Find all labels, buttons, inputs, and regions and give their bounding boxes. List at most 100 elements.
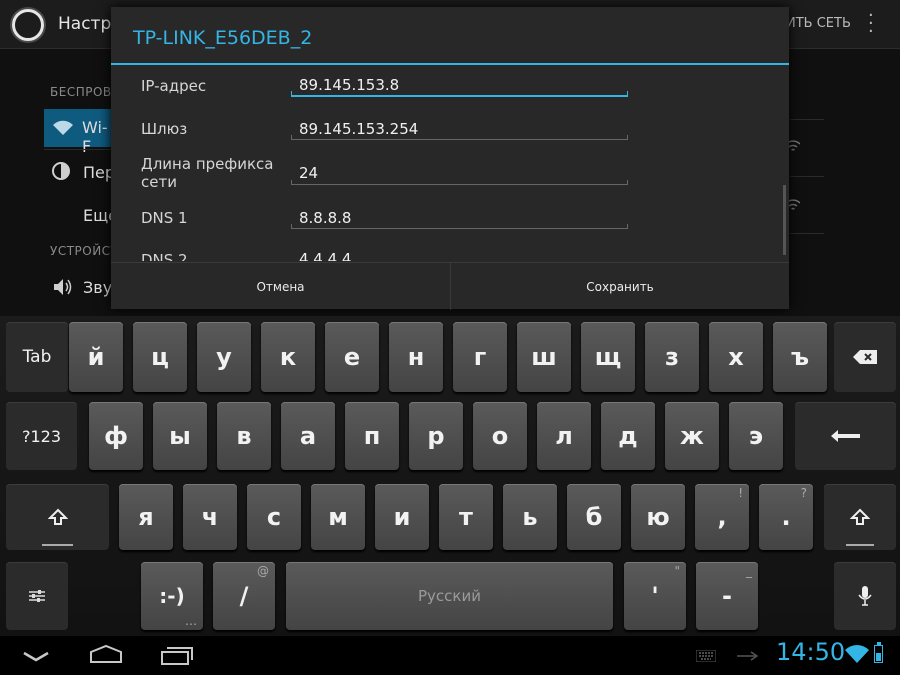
- more-dots-hint: …: [185, 614, 197, 628]
- recent-apps-icon[interactable]: [160, 644, 194, 666]
- add-network-button[interactable]: ИТЬ СЕТЬ: [786, 16, 851, 31]
- key-э[interactable]: э: [729, 402, 783, 470]
- wifi-icon: [53, 120, 73, 135]
- settings-sliders-icon: [29, 590, 45, 602]
- settings-key[interactable]: [6, 562, 68, 630]
- key-о[interactable]: о: [473, 402, 527, 470]
- backspace-key[interactable]: [834, 322, 896, 392]
- divider: [790, 176, 824, 177]
- apostrophe-key[interactable]: ' ": [624, 562, 686, 630]
- ip-address-label: IP-адрес: [141, 77, 207, 95]
- wifi-signal-icon: [845, 645, 869, 663]
- key-ь[interactable]: ь: [503, 484, 557, 550]
- key-б[interactable]: б: [567, 484, 621, 550]
- sidebar-item-wifi-label: Wi-F: [82, 118, 108, 156]
- key-period-label: .: [781, 503, 791, 531]
- sidebar-item-wifi[interactable]: Wi-F: [44, 109, 114, 156]
- prefix-length-field[interactable]: 24: [299, 164, 318, 182]
- battery-level-fill: [876, 653, 881, 661]
- key-comma[interactable]: , !: [695, 484, 749, 550]
- dns1-field[interactable]: 8.8.8.8: [299, 209, 351, 227]
- smiley-key[interactable]: :-) …: [141, 562, 203, 630]
- on-screen-keyboard: Tab й ц у к е н г ш щ з х ъ ?123 ф ы в а…: [0, 316, 900, 636]
- network-settings-dialog: TP-LINK_E56DEB_2 IP-адрес 89.145.153.8 Ш…: [111, 7, 789, 310]
- ip-address-field[interactable]: 89.145.153.8: [299, 76, 399, 94]
- dialog-body: IP-адрес 89.145.153.8 Шлюз 89.145.153.25…: [111, 65, 789, 261]
- key-comma-hint: !: [738, 486, 743, 500]
- prefix-length-underline: [291, 184, 628, 185]
- dash-key-hint: _: [746, 564, 752, 578]
- dash-key-label: -: [722, 582, 732, 610]
- key-г[interactable]: г: [453, 322, 507, 392]
- key-щ[interactable]: щ: [581, 322, 635, 392]
- key-и[interactable]: и: [375, 484, 429, 550]
- key-д[interactable]: д: [601, 402, 655, 470]
- voice-input-key[interactable]: [834, 562, 896, 630]
- shift-indicator: [42, 544, 73, 546]
- slash-key-hint: @: [257, 564, 269, 578]
- ip-address-underline: [291, 95, 628, 97]
- key-з[interactable]: з: [645, 322, 699, 392]
- symbols-key[interactable]: ?123: [6, 402, 77, 470]
- overflow-menu-icon[interactable]: · · ·: [868, 7, 874, 41]
- key-ч[interactable]: ч: [183, 484, 237, 550]
- key-п[interactable]: п: [345, 402, 399, 470]
- key-ц[interactable]: ц: [133, 322, 187, 392]
- gateway-field[interactable]: 89.145.153.254: [299, 120, 418, 138]
- save-button[interactable]: Сохранить: [451, 263, 789, 310]
- shift-key-left[interactable]: [6, 484, 109, 550]
- key-й[interactable]: й: [69, 322, 123, 392]
- key-period[interactable]: . ?: [759, 484, 813, 550]
- key-к[interactable]: к: [261, 322, 315, 392]
- key-comma-label: ,: [717, 503, 727, 531]
- keyboard-indicator-icon: [696, 650, 716, 662]
- space-key[interactable]: Русский: [286, 562, 613, 630]
- key-ю[interactable]: ю: [631, 484, 685, 550]
- slash-key[interactable]: / @: [213, 562, 275, 630]
- tab-key[interactable]: Tab: [6, 322, 68, 392]
- key-м[interactable]: м: [311, 484, 365, 550]
- battery-icon: [874, 642, 883, 663]
- key-в[interactable]: в: [217, 402, 271, 470]
- settings-app-icon[interactable]: [12, 9, 44, 41]
- field-tick: [627, 180, 628, 185]
- field-tick: [291, 135, 292, 140]
- key-у[interactable]: у: [197, 322, 251, 392]
- dns2-field[interactable]: 4.4.4.4: [299, 250, 351, 261]
- key-ы[interactable]: ы: [153, 402, 207, 470]
- key-т[interactable]: т: [439, 484, 493, 550]
- key-л[interactable]: л: [537, 402, 591, 470]
- enter-key[interactable]: [795, 402, 896, 470]
- field-tick: [627, 135, 628, 140]
- gateway-label: Шлюз: [141, 120, 188, 138]
- key-а[interactable]: а: [281, 402, 335, 470]
- backspace-icon: [853, 350, 877, 364]
- key-н[interactable]: н: [389, 322, 443, 392]
- cancel-button[interactable]: Отмена: [111, 263, 450, 310]
- gateway-underline: [291, 139, 628, 140]
- dns1-label: DNS 1: [141, 209, 188, 227]
- key-ш[interactable]: ш: [517, 322, 571, 392]
- key-р[interactable]: р: [409, 402, 463, 470]
- key-ж[interactable]: ж: [665, 402, 719, 470]
- slash-key-label: /: [239, 582, 249, 610]
- back-icon[interactable]: [22, 650, 50, 662]
- section-device: УСТРОЙСТ: [50, 244, 119, 258]
- key-ф[interactable]: ф: [89, 402, 143, 470]
- shift-icon: [850, 508, 870, 525]
- dialog-button-bar: Отмена Сохранить: [111, 262, 789, 310]
- divider: [44, 149, 112, 150]
- shift-icon: [47, 508, 68, 525]
- clock[interactable]: 14:50: [776, 638, 845, 666]
- key-period-hint: ?: [800, 486, 807, 500]
- key-ъ[interactable]: ъ: [773, 322, 827, 392]
- home-icon[interactable]: [88, 644, 124, 664]
- key-я[interactable]: я: [119, 484, 173, 550]
- dash-key[interactable]: - _: [696, 562, 758, 630]
- key-с[interactable]: с: [247, 484, 301, 550]
- shift-key-right[interactable]: [824, 484, 896, 550]
- field-tick: [627, 91, 628, 96]
- key-х[interactable]: х: [709, 322, 763, 392]
- dialog-scrollbar[interactable]: [783, 185, 786, 255]
- key-е[interactable]: е: [325, 322, 379, 392]
